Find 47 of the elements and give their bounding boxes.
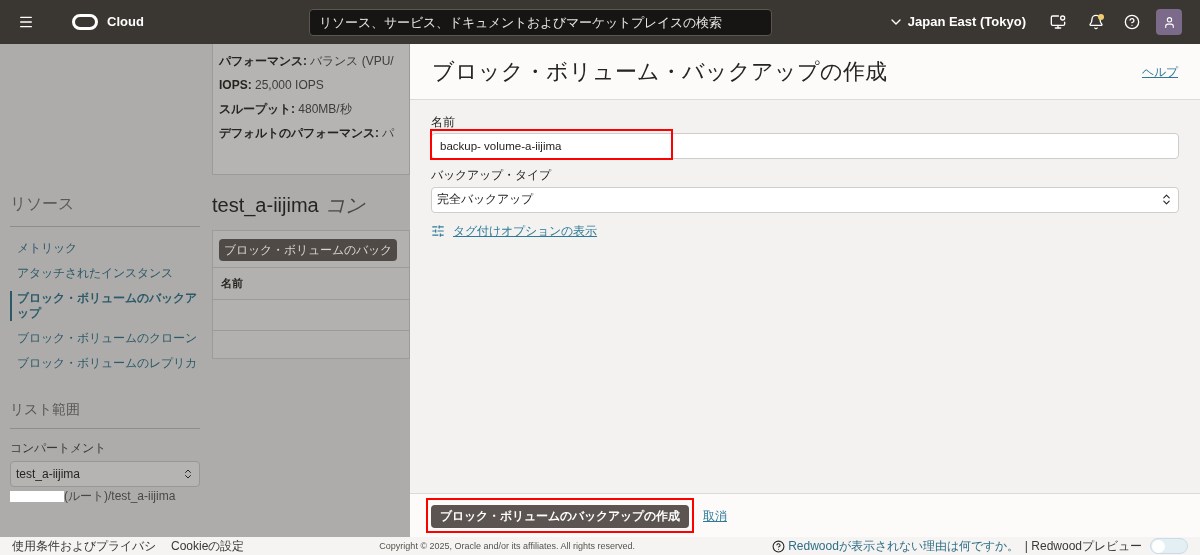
page-heading-suffix: コン [324,193,365,218]
panel-title: ブロック・ボリューム・バックアップの作成 [432,58,887,86]
footer-link[interactable]: 使用条件およびプライバシ [12,539,156,553]
preview-label: | Redwoodプレビュー [1024,539,1142,553]
field-label: バックアップ・タイプ [431,168,553,184]
sidebar-link[interactable]: アタッチされたインスタンス [10,266,200,281]
detail-text: パフォーマンス: バランス (VPU/ [219,54,395,69]
person-icon [1162,15,1176,29]
section-title: リスト範囲 [10,399,200,429]
create-backup-button[interactable]: ブロック・ボリュームのバック [219,239,397,261]
sidebar-link[interactable]: ブロック・ボリュームのクローン [10,331,200,346]
sidebar-link[interactable]: ブロック・ボリュームのバックアップ [10,291,200,321]
cancel-link[interactable]: 取消 [703,506,727,525]
help-icon[interactable] [772,539,786,553]
create-button[interactable]: ブロック・ボリュームのバックアップの作成 [431,505,689,529]
search-field[interactable]: リソース、サービス、ドキュメントおよびマーケットプレイスの検索 [308,8,772,36]
bell-icon[interactable] [1088,14,1104,30]
menu-icon[interactable] [18,14,34,30]
copyright-text: Copyright © 2025, Oracle and/or its affiliates. All rights reserved. [379,540,635,553]
name-field[interactable]: backup- volume-a-iijima [431,133,1179,160]
section-title: リソース [10,192,200,227]
avatar-button[interactable] [1156,9,1182,35]
field-label: コンパートメント [10,440,107,457]
region-selector[interactable]: Japan East (Tokyo) [887,12,1026,32]
sidebar-link[interactable]: ブロック・ボリュームのレプリカ [10,356,200,371]
compartment-path: (ルート)/test_a-iijima [64,490,176,502]
tag-options-link[interactable]: タグ付けオプションの表示 [453,221,597,240]
detail-text: デフォルトのパフォーマンス: パ [219,126,396,141]
redwood-link[interactable]: Redwoodが表示されない理由は何ですか。 [788,539,1019,553]
column-header: 名前 [213,267,409,299]
help-link[interactable]: ヘルプ [1142,62,1178,81]
backup-type-select[interactable]: 完全バックアップ [431,186,1179,213]
sliders-icon [431,223,445,238]
compartment-select[interactable]: test_a-iijima [10,461,200,487]
updown-icon [182,468,194,480]
sidebar-link[interactable]: メトリック [10,241,200,256]
app-name: Cloud [107,13,144,32]
preview-toggle[interactable] [1150,538,1188,554]
page-heading: test_a-iijima [212,193,319,219]
redaction-box [10,490,64,502]
monitor-icon[interactable] [1050,14,1066,30]
logo-icon [72,14,98,30]
updown-icon [1160,193,1173,206]
footer-link[interactable]: Cookieの設定 [171,539,245,553]
detail-text: スループット: 480MB/秒 [219,102,353,117]
field-label: 名前 [431,115,456,130]
detail-text: IOPS: 25,000 IOPS [219,78,325,93]
